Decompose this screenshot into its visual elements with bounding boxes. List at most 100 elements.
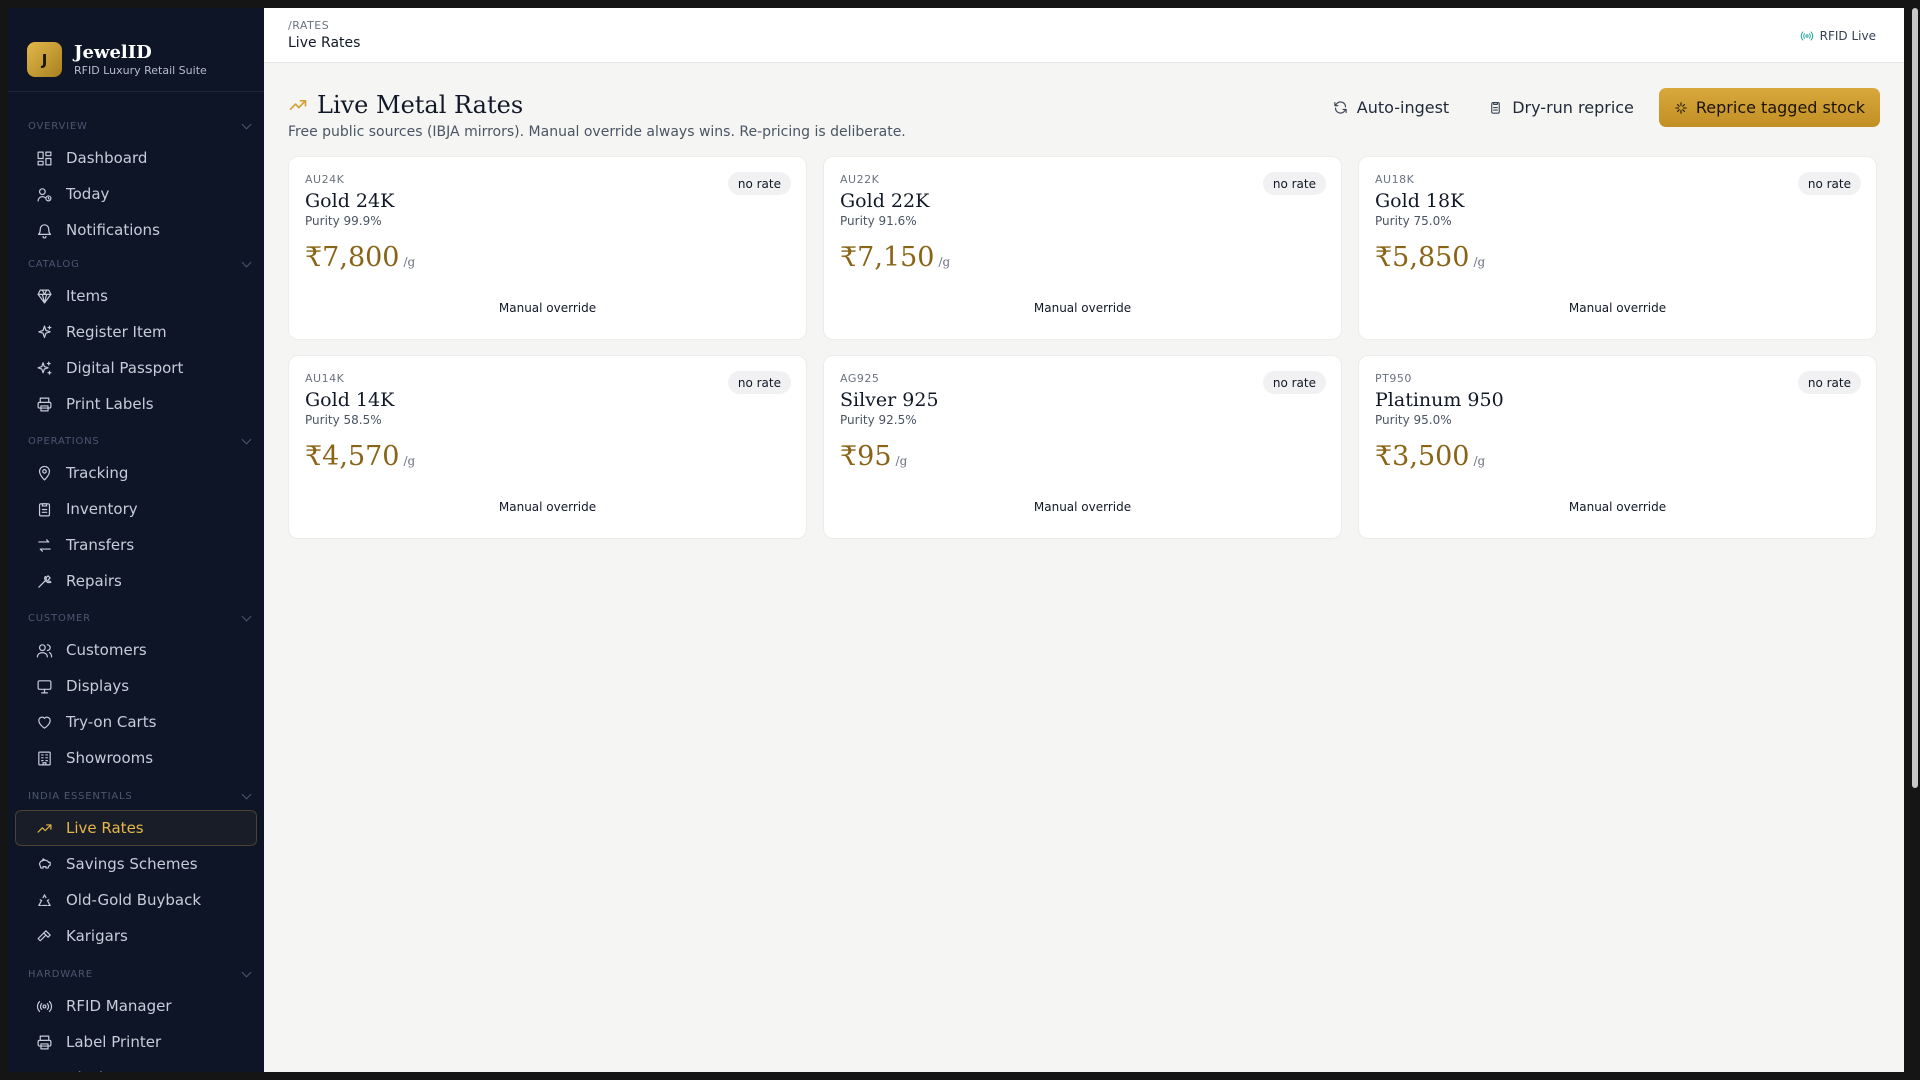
monitor-icon bbox=[35, 677, 53, 695]
sidebar-section-header[interactable]: INDIA ESSENTIALS bbox=[8, 788, 264, 804]
sidebar-item-items[interactable]: Items bbox=[15, 278, 257, 314]
sidebar-section-header[interactable]: CATALOG bbox=[8, 256, 264, 272]
sidebar-item-label: Customers bbox=[66, 641, 147, 659]
sidebar-item-customers[interactable]: Customers bbox=[15, 632, 257, 668]
brand-name: JewelID bbox=[74, 41, 152, 63]
sidebar-item-label-printer[interactable]: Label Printer bbox=[15, 1024, 257, 1060]
sidebar-item-karigars[interactable]: Karigars bbox=[15, 918, 257, 954]
sidebar-section-india-essentials: INDIA ESSENTIALS Live Rates Savings Scheme… bbox=[8, 788, 264, 954]
sidebar-item-rfid-manager[interactable]: RFID Manager bbox=[15, 988, 257, 1024]
metal-code: PT950 bbox=[1375, 372, 1412, 385]
sidebar-item-dashboard[interactable]: Dashboard bbox=[15, 140, 257, 176]
sidebar-item-label: Karigars bbox=[66, 927, 128, 945]
metal-name: Platinum 950 bbox=[1375, 389, 1504, 411]
breadcrumb[interactable]: /RATES bbox=[288, 19, 329, 32]
sidebar-item-displays[interactable]: Displays bbox=[15, 668, 257, 704]
sidebar-item-label: Notifications bbox=[66, 221, 160, 239]
metal-code: AU18K bbox=[1375, 173, 1415, 186]
screen-icon bbox=[35, 1069, 53, 1072]
sidebar-item-today[interactable]: Today bbox=[15, 176, 257, 212]
manual-override-link[interactable]: Manual override bbox=[289, 500, 806, 514]
sidebar-item-display-screens[interactable]: Display Screens bbox=[15, 1060, 257, 1072]
brand[interactable]: J JewelID RFID Luxury Retail Suite bbox=[8, 8, 264, 92]
rate-card-pt950: PT950 Platinum 950 Purity 95.0% ₹3,500/g Man… bbox=[1358, 355, 1877, 539]
manual-override-link[interactable]: Manual override bbox=[289, 301, 806, 315]
sidebar-item-notifications[interactable]: Notifications bbox=[15, 212, 257, 248]
metal-name: Gold 18K bbox=[1375, 190, 1465, 212]
sidebar-item-label: Displays bbox=[66, 677, 130, 695]
sidebar-item-label: Try-on Carts bbox=[66, 713, 157, 731]
sidebar-section-title: HARDWARE bbox=[28, 968, 93, 980]
dry-run-reprice-label: Dry-run reprice bbox=[1512, 98, 1634, 117]
dry-run-reprice-button[interactable]: Dry-run reprice bbox=[1475, 89, 1647, 127]
sidebar-section-title: OPERATIONS bbox=[28, 435, 100, 447]
metal-purity: Purity 95.0% bbox=[1375, 413, 1452, 427]
hammer-icon bbox=[35, 927, 53, 945]
trending-up-icon bbox=[35, 819, 53, 837]
sidebar-section-header[interactable]: OVERVIEW bbox=[8, 118, 264, 134]
chevron-down-icon bbox=[241, 611, 252, 621]
sidebar-item-live-rates[interactable]: Live Rates bbox=[15, 810, 257, 846]
manual-override-link[interactable]: Manual override bbox=[824, 301, 1341, 315]
recycle-icon bbox=[35, 891, 53, 909]
arrows-icon bbox=[35, 536, 53, 554]
price-unit: /g bbox=[938, 255, 951, 269]
sidebar-section-customer: CUSTOMER Customers Displays Try-on Carts Sho… bbox=[8, 610, 264, 776]
scrollbar[interactable] bbox=[1912, 8, 1918, 788]
user-clock-icon bbox=[35, 185, 53, 203]
bell-icon bbox=[35, 221, 53, 239]
sidebar-item-try-on-carts[interactable]: Try-on Carts bbox=[15, 704, 257, 740]
sidebar-item-label: Dashboard bbox=[66, 149, 148, 167]
price-value: ₹4,570 bbox=[305, 441, 400, 472]
map-pin-icon bbox=[35, 464, 53, 482]
sidebar: J JewelID RFID Luxury Retail Suite OVERV… bbox=[8, 8, 264, 1072]
metal-name: Gold 24K bbox=[305, 190, 395, 212]
sidebar-item-label: Savings Schemes bbox=[66, 855, 198, 873]
sidebar-section-header[interactable]: CUSTOMER bbox=[8, 610, 264, 626]
rate-status-badge: no rate bbox=[727, 172, 791, 195]
metal-price: ₹4,570/g bbox=[305, 441, 790, 472]
topbar-title: Live Rates bbox=[288, 35, 361, 51]
sidebar-item-savings-schemes[interactable]: Savings Schemes bbox=[15, 846, 257, 882]
brand-subtitle: RFID Luxury Retail Suite bbox=[74, 63, 207, 77]
auto-ingest-button[interactable]: Auto-ingest bbox=[1320, 89, 1462, 127]
metal-purity: Purity 91.6% bbox=[840, 214, 917, 228]
metal-purity: Purity 99.9% bbox=[305, 214, 382, 228]
sidebar-item-label: Register Item bbox=[66, 323, 167, 341]
manual-override-link[interactable]: Manual override bbox=[1359, 500, 1876, 514]
wrench-icon bbox=[35, 572, 53, 590]
metal-name: Gold 22K bbox=[840, 190, 930, 212]
sparkles-icon bbox=[35, 359, 53, 377]
sidebar-item-label: Old-Gold Buyback bbox=[66, 891, 202, 909]
price-value: ₹3,500 bbox=[1375, 441, 1470, 472]
sidebar-item-digital-passport[interactable]: Digital Passport bbox=[15, 350, 257, 386]
chevron-down-icon bbox=[241, 434, 252, 444]
metal-name: Silver 925 bbox=[840, 389, 939, 411]
sidebar-item-register-item[interactable]: Register Item bbox=[15, 314, 257, 350]
sidebar-item-tracking[interactable]: Tracking bbox=[15, 455, 257, 491]
manual-override-link[interactable]: Manual override bbox=[824, 500, 1341, 514]
sidebar-section-header[interactable]: OPERATIONS bbox=[8, 433, 264, 449]
clipboard-icon bbox=[1491, 101, 1501, 114]
chevron-down-icon bbox=[241, 967, 252, 977]
rate-status-badge: no rate bbox=[1262, 371, 1326, 394]
sidebar-item-transfers[interactable]: Transfers bbox=[15, 527, 257, 563]
page-subtitle: Free public sources (IBJA mirrors). Manu… bbox=[288, 124, 906, 140]
metal-code: AU24K bbox=[305, 173, 345, 186]
chevron-down-icon bbox=[241, 789, 252, 799]
sidebar-item-print-labels[interactable]: Print Labels bbox=[15, 386, 257, 422]
sidebar-section-catalog: CATALOG Items Register Item Digital Passpor… bbox=[8, 256, 264, 422]
manual-override-link[interactable]: Manual override bbox=[1359, 301, 1876, 315]
sidebar-section-header[interactable]: HARDWARE bbox=[8, 966, 264, 982]
rate-card-au22k: AU22K Gold 22K Purity 91.6% ₹7,150/g Manual … bbox=[823, 156, 1342, 340]
sidebar-item-label: Digital Passport bbox=[66, 359, 184, 377]
rfid-status[interactable]: RFID Live bbox=[1800, 29, 1876, 43]
price-unit: /g bbox=[403, 255, 416, 269]
sidebar-item-old-gold-buyback[interactable]: Old-Gold Buyback bbox=[15, 882, 257, 918]
sidebar-item-showrooms[interactable]: Showrooms bbox=[15, 740, 257, 776]
reprice-tagged-stock-button[interactable]: Reprice tagged stock bbox=[1658, 88, 1880, 127]
sidebar-item-repairs[interactable]: Repairs bbox=[15, 563, 257, 599]
sidebar-item-label: Label Printer bbox=[66, 1033, 162, 1051]
sidebar-item-inventory[interactable]: Inventory bbox=[15, 491, 257, 527]
sidebar-item-label: Transfers bbox=[66, 536, 135, 554]
